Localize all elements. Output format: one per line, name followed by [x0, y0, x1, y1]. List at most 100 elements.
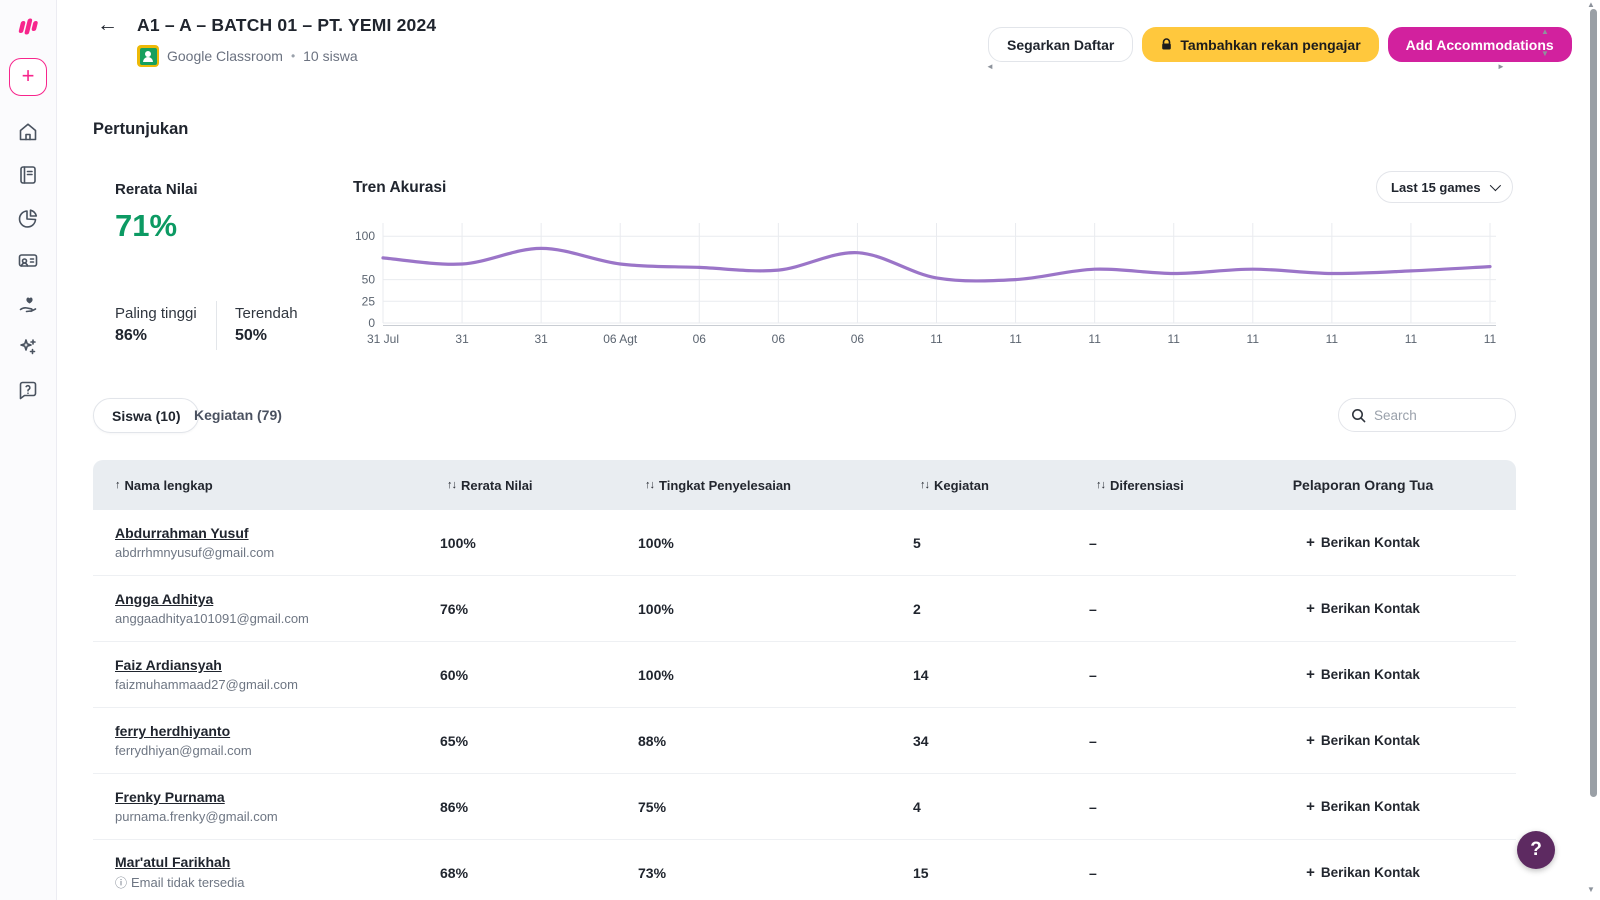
completion-rate-cell: 88%	[623, 733, 898, 749]
svg-text:50: 50	[362, 273, 376, 287]
scroll-left-arrow-icon[interactable]: ◄	[986, 63, 994, 71]
table-row: Mar'atul Farikhah ⓘEmail tidak tersedia …	[93, 840, 1516, 900]
completion-rate-cell: 73%	[623, 865, 898, 881]
header-actions: Segarkan Daftar Tambahkan rekan pengajar…	[988, 27, 1572, 62]
column-average-score[interactable]: ↑↓Rerata Nilai	[425, 478, 623, 493]
plus-icon: +	[1306, 534, 1315, 551]
svg-text:11: 11	[1009, 332, 1022, 346]
scroll-right-arrow-icon[interactable]: ►	[1497, 63, 1505, 71]
chevron-down-icon	[1489, 180, 1500, 191]
activities-count-cell: 5	[898, 535, 1074, 551]
average-score-cell: 100%	[425, 535, 623, 551]
tab-students[interactable]: Siswa (10)	[93, 398, 199, 433]
highest-score-label: Paling tinggi	[115, 305, 197, 322]
help-button[interactable]: ?	[1517, 831, 1555, 869]
page-scroll-down-icon[interactable]: ▼	[1587, 886, 1595, 894]
parent-reporting-cell: +Berikan Kontak	[1250, 534, 1516, 551]
student-cell: ferry herdhiyanto ferrydhiyan@gmail.com	[93, 723, 425, 758]
students-table: ↑Nama lengkap ↑↓Rerata Nilai ↑↓Tingkat P…	[93, 460, 1516, 900]
page-title: A1 – A – BATCH 01 – PT. YEMI 2024	[137, 15, 436, 36]
student-cell: Mar'atul Farikhah ⓘEmail tidak tersedia	[93, 854, 425, 891]
svg-text:11: 11	[1247, 332, 1260, 346]
student-email-missing: ⓘEmail tidak tersedia	[115, 874, 425, 891]
student-name-link[interactable]: Mar'atul Farikhah	[115, 854, 230, 870]
scroll-up-arrow-icon[interactable]: ▲	[1541, 28, 1549, 36]
feedback-question-icon[interactable]	[16, 378, 40, 402]
home-icon[interactable]	[16, 120, 40, 144]
plus-icon: +	[1306, 600, 1315, 617]
svg-text:06: 06	[851, 332, 865, 346]
completion-rate-cell: 100%	[623, 667, 898, 683]
page-scrollbar-thumb[interactable]	[1590, 9, 1597, 797]
students-count: 10 siswa	[303, 48, 357, 64]
assign-contact-button[interactable]: +Berikan Kontak	[1306, 732, 1420, 749]
average-score-cell: 86%	[425, 799, 623, 815]
average-score-value: 71%	[115, 208, 177, 244]
tab-activities[interactable]: Kegiatan (79)	[194, 407, 282, 423]
library-icon[interactable]	[16, 163, 40, 187]
create-button[interactable]: +	[9, 58, 47, 96]
search-input[interactable]	[1374, 408, 1494, 423]
assign-contact-button[interactable]: +Berikan Kontak	[1306, 798, 1420, 815]
search-box	[1338, 398, 1516, 432]
assign-contact-button[interactable]: +Berikan Kontak	[1306, 666, 1420, 683]
add-coteacher-label: Tambahkan rekan pengajar	[1180, 37, 1360, 53]
student-name-link[interactable]: Frenky Purnama	[115, 789, 225, 805]
assign-contact-button[interactable]: +Berikan Kontak	[1306, 534, 1420, 551]
page-scroll-up-icon[interactable]: ▲	[1587, 1, 1595, 9]
class-report-page: + ← A1 – A – BATCH	[0, 0, 1600, 900]
reports-icon[interactable]	[16, 206, 40, 230]
ai-sparkles-icon[interactable]	[16, 335, 40, 359]
average-score-cell: 65%	[425, 733, 623, 749]
classes-icon[interactable]	[16, 249, 40, 273]
games-range-dropdown[interactable]: Last 15 games	[1376, 171, 1513, 203]
column-completion-rate[interactable]: ↑↓Tingkat Penyelesaian	[623, 478, 898, 493]
column-activities[interactable]: ↑↓Kegiatan	[898, 478, 1074, 493]
activities-count-cell: 4	[898, 799, 1074, 815]
table-row: Faiz Ardiansyah faizmuhammaad27@gmail.co…	[93, 642, 1516, 708]
column-differentiation[interactable]: ↑↓Diferensiasi	[1074, 478, 1250, 493]
student-name-link[interactable]: Abdurrahman Yusuf	[115, 525, 249, 541]
column-name[interactable]: ↑Nama lengkap	[93, 478, 425, 493]
add-coteacher-button[interactable]: Tambahkan rekan pengajar	[1142, 27, 1378, 62]
svg-text:31: 31	[455, 332, 469, 346]
student-email: faizmuhammaad27@gmail.com	[115, 677, 425, 692]
table-body: Abdurrahman Yusuf abdrrhmnyusuf@gmail.co…	[93, 510, 1516, 900]
scroll-down-arrow-icon[interactable]: ▼	[1541, 50, 1549, 58]
refresh-roster-button[interactable]: Segarkan Daftar	[988, 27, 1133, 62]
svg-text:31: 31	[534, 332, 548, 346]
meta-separator: •	[291, 49, 295, 63]
activities-count-cell: 34	[898, 733, 1074, 749]
back-button[interactable]: ←	[97, 13, 118, 37]
sidebar: +	[0, 0, 57, 900]
table-row: ferry herdhiyanto ferrydhiyan@gmail.com …	[93, 708, 1516, 774]
sort-icon: ↑↓	[1096, 479, 1105, 491]
student-name-link[interactable]: ferry herdhiyanto	[115, 723, 230, 739]
svg-text:11: 11	[1167, 332, 1180, 346]
student-name-link[interactable]: Angga Adhitya	[115, 591, 213, 607]
wayground-logo-icon[interactable]	[15, 14, 41, 40]
assign-contact-button[interactable]: +Berikan Kontak	[1306, 600, 1420, 617]
activities-count-cell: 2	[898, 601, 1074, 617]
parent-reporting-cell: +Berikan Kontak	[1250, 600, 1516, 617]
assign-contact-button[interactable]: +Berikan Kontak	[1306, 864, 1420, 881]
accuracy-trend-title: Tren Akurasi	[353, 179, 446, 197]
accommodations-icon[interactable]	[16, 292, 40, 316]
table-row: Abdurrahman Yusuf abdrrhmnyusuf@gmail.co…	[93, 510, 1516, 576]
lock-icon	[1160, 38, 1173, 51]
svg-text:06: 06	[772, 332, 786, 346]
differentiation-cell: –	[1074, 799, 1250, 815]
stat-divider	[216, 301, 217, 350]
parent-reporting-cell: +Berikan Kontak	[1250, 732, 1516, 749]
svg-text:11: 11	[1484, 332, 1497, 346]
games-range-label: Last 15 games	[1391, 180, 1481, 195]
svg-text:31 Jul: 31 Jul	[367, 332, 399, 346]
average-score-cell: 76%	[425, 601, 623, 617]
svg-text:11: 11	[1326, 332, 1339, 346]
sort-asc-icon: ↑	[115, 479, 120, 491]
table-row: Frenky Purnama purnama.frenky@gmail.com …	[93, 774, 1516, 840]
student-name-link[interactable]: Faiz Ardiansyah	[115, 657, 222, 673]
svg-text:11: 11	[1088, 332, 1101, 346]
student-email: anggaadhitya101091@gmail.com	[115, 611, 425, 626]
sort-icon: ↑↓	[447, 479, 456, 491]
